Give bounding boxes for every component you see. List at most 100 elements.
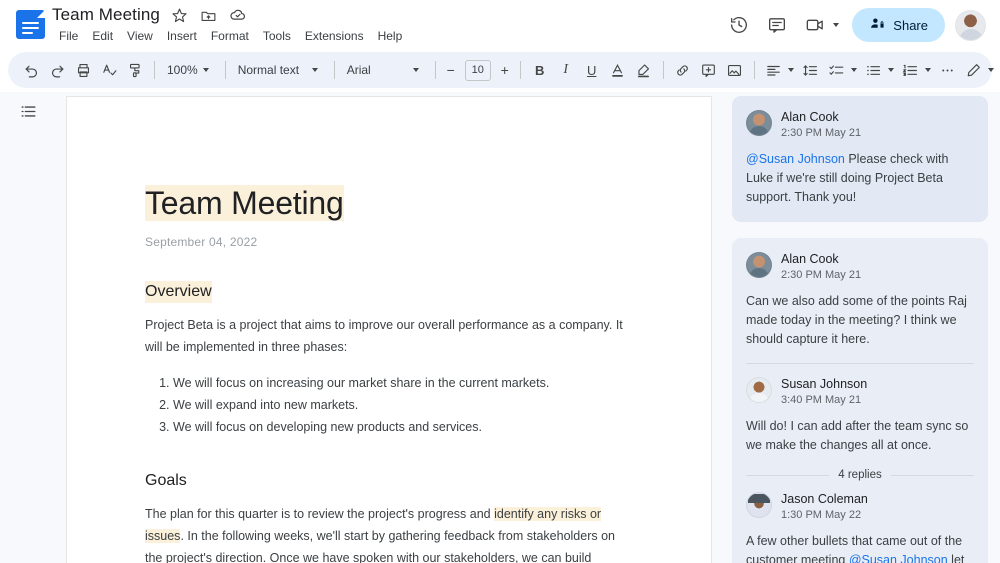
align-left-icon[interactable] xyxy=(761,57,787,83)
list-item: We will focus on increasing our market s… xyxy=(173,372,635,394)
redo-icon[interactable] xyxy=(44,57,70,83)
divider xyxy=(663,61,664,79)
cloud-saved-icon[interactable] xyxy=(229,6,247,24)
bulleted-list-dropdown[interactable] xyxy=(861,57,898,83)
font-size-input[interactable]: 10 xyxy=(465,60,491,81)
zoom-value: 100% xyxy=(167,63,198,77)
page-title: Team Meeting xyxy=(145,185,344,221)
document-page[interactable]: Team Meeting September 04, 2022 Overview… xyxy=(66,96,712,563)
underline-button[interactable]: U xyxy=(579,57,605,83)
mention-link[interactable]: @Susan Johnson xyxy=(849,553,948,563)
undo-icon[interactable] xyxy=(18,57,44,83)
font-size-increase-button[interactable]: + xyxy=(496,61,514,79)
comments-panel: Alan Cook 2:30 PM May 21 @Susan Johnson … xyxy=(732,96,988,563)
alan-cook-avatar xyxy=(746,252,772,278)
reply-timestamp: 1:30 PM May 22 xyxy=(781,508,868,523)
comment-timestamp: 2:30 PM May 21 xyxy=(781,126,861,141)
star-icon[interactable] xyxy=(171,6,189,24)
align-dropdown[interactable] xyxy=(761,57,798,83)
paint-format-icon[interactable] xyxy=(122,57,148,83)
comment-history-icon[interactable] xyxy=(760,8,794,42)
comment-body: Can we also add some of the points Raj m… xyxy=(746,292,974,349)
comment-thread-2[interactable]: Alan Cook 2:30 PM May 21 Can we also add… xyxy=(732,238,988,563)
reply-author: Susan Johnson xyxy=(781,377,867,392)
chevron-down-icon xyxy=(413,68,419,72)
edit-pencil-icon[interactable] xyxy=(961,57,987,83)
insert-link-icon[interactable] xyxy=(670,57,696,83)
chevron-down-icon[interactable] xyxy=(988,68,994,72)
list-item: We will expand into new markets. xyxy=(173,394,635,416)
font-size-decrease-button[interactable]: − xyxy=(442,61,460,79)
chevron-down-icon[interactable] xyxy=(833,23,839,27)
text-color-button[interactable] xyxy=(605,57,631,83)
divider xyxy=(435,61,436,79)
title-row: Team Meeting xyxy=(52,5,247,25)
reply-author: Jason Coleman xyxy=(781,492,868,507)
line-spacing-icon[interactable] xyxy=(798,57,824,83)
mention-link[interactable]: @Susan Johnson xyxy=(746,152,845,166)
paragraph-style-selector[interactable]: Normal text xyxy=(232,58,328,82)
menu-format[interactable]: Format xyxy=(204,26,256,46)
doc-title[interactable]: Team Meeting xyxy=(52,5,160,25)
overview-paragraph: Project Beta is a project that aims to i… xyxy=(145,314,635,358)
spellcheck-icon[interactable] xyxy=(96,57,122,83)
checklist-icon[interactable] xyxy=(824,57,850,83)
insert-image-icon[interactable] xyxy=(722,57,748,83)
font-selector[interactable]: Arial xyxy=(341,58,429,82)
comment-author: Alan Cook xyxy=(781,252,861,267)
overview-list: We will focus on increasing our market s… xyxy=(165,372,635,438)
print-icon[interactable] xyxy=(70,57,96,83)
susan-johnson-avatar xyxy=(746,377,772,403)
menu-file[interactable]: File xyxy=(52,26,85,46)
meet-camera-icon[interactable] xyxy=(798,8,832,42)
replies-count-label[interactable]: 4 replies xyxy=(838,469,881,481)
reply-timestamp: 3:40 PM May 21 xyxy=(781,393,867,408)
reply-body: A few other bullets that came out of the… xyxy=(746,532,974,563)
italic-button[interactable]: I xyxy=(553,57,579,83)
avatar[interactable] xyxy=(955,10,986,41)
comment-timestamp: 2:30 PM May 21 xyxy=(781,268,861,283)
replies-collapse-row[interactable]: 4 replies xyxy=(746,469,974,481)
google-docs-icon[interactable] xyxy=(16,10,45,39)
comment-meta: Alan Cook 2:30 PM May 21 xyxy=(781,110,861,141)
google-docs-window: Team Meeting File Edit View Insert Forma… xyxy=(0,0,1000,563)
menu-help[interactable]: Help xyxy=(371,26,410,46)
formatting-toolbar: 100% Normal text Arial − 10 + B I U xyxy=(8,52,992,88)
goals-text-part1: The plan for this quarter is to review t… xyxy=(145,507,494,521)
font-value: Arial xyxy=(347,63,371,77)
numbered-list-dropdown[interactable] xyxy=(898,57,935,83)
bulleted-list-icon[interactable] xyxy=(861,57,887,83)
menu-edit[interactable]: Edit xyxy=(85,26,120,46)
more-options-icon[interactable] xyxy=(935,57,961,83)
comment-header: Alan Cook 2:30 PM May 21 xyxy=(746,110,974,141)
menu-insert[interactable]: Insert xyxy=(160,26,204,46)
chevron-down-icon[interactable] xyxy=(888,68,894,72)
move-to-folder-icon[interactable] xyxy=(200,6,218,24)
menu-view[interactable]: View xyxy=(120,26,160,46)
menu-tools[interactable]: Tools xyxy=(256,26,298,46)
numbered-list-icon[interactable] xyxy=(898,57,924,83)
meet-camera-button[interactable] xyxy=(798,8,842,42)
divider xyxy=(746,475,829,476)
menu-bar: File Edit View Insert Format Tools Exten… xyxy=(52,26,409,46)
zoom-selector[interactable]: 100% xyxy=(161,58,219,82)
doc-title-line: Team Meeting xyxy=(145,183,635,223)
version-history-icon[interactable] xyxy=(722,8,756,42)
chevron-down-icon xyxy=(312,68,318,72)
reply-header: Jason Coleman 1:30 PM May 22 xyxy=(746,492,974,523)
style-value: Normal text xyxy=(238,63,299,77)
document-outline-icon[interactable] xyxy=(14,97,42,125)
checklist-dropdown[interactable] xyxy=(824,57,861,83)
editing-mode-dropdown[interactable] xyxy=(961,57,998,83)
logo-lines xyxy=(22,22,39,37)
chevron-down-icon[interactable] xyxy=(925,68,931,72)
divider xyxy=(891,475,974,476)
chevron-down-icon[interactable] xyxy=(851,68,857,72)
share-button[interactable]: Share xyxy=(852,8,945,42)
highlight-pen-icon[interactable] xyxy=(631,57,657,83)
comment-thread-1[interactable]: Alan Cook 2:30 PM May 21 @Susan Johnson … xyxy=(732,96,988,222)
chevron-down-icon[interactable] xyxy=(788,68,794,72)
add-comment-icon[interactable] xyxy=(696,57,722,83)
bold-button[interactable]: B xyxy=(527,57,553,83)
menu-extensions[interactable]: Extensions xyxy=(298,26,371,46)
